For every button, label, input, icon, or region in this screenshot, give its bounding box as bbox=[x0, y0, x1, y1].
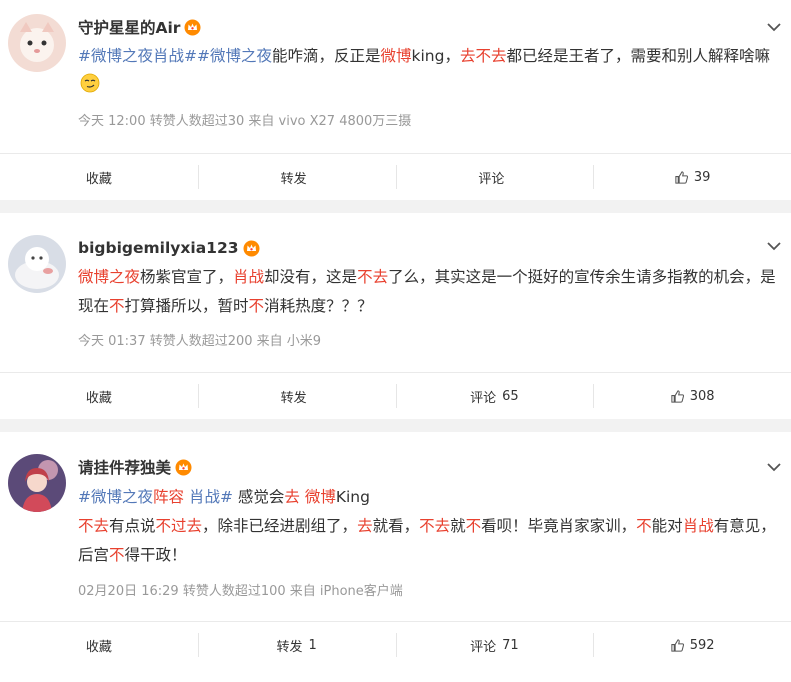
comment-button[interactable]: 评论 65 bbox=[395, 373, 594, 419]
hashtag-link[interactable]: 肖战# bbox=[184, 488, 233, 506]
crown-badge-icon bbox=[175, 459, 192, 475]
like-button[interactable]: 39 bbox=[593, 154, 791, 200]
like-button[interactable]: 592 bbox=[593, 622, 791, 668]
highlight-keyword: 微博 bbox=[380, 47, 412, 65]
comment-label: 评论 bbox=[470, 390, 497, 406]
highlight-keyword: 不 bbox=[465, 517, 482, 535]
hashtag-link[interactable]: #微博之夜 bbox=[197, 47, 272, 65]
collect-button[interactable]: 收藏 bbox=[0, 373, 198, 419]
highlight-keyword: 阵容 bbox=[153, 488, 185, 506]
repost-label: 转发 bbox=[280, 390, 307, 406]
highlight-keyword: 不 bbox=[109, 546, 125, 564]
username[interactable]: 请挂件荐独美 bbox=[78, 456, 171, 478]
highlight-keyword: 微博 bbox=[299, 488, 336, 506]
like-count: 592 bbox=[689, 637, 715, 653]
collect-label: 收藏 bbox=[85, 639, 112, 655]
highlight-keyword: 不过去 bbox=[155, 517, 203, 535]
text-segment: 看呗！毕竟肖家家训， bbox=[481, 517, 637, 535]
like-button[interactable]: 308 bbox=[593, 373, 791, 419]
avatar[interactable] bbox=[8, 235, 66, 293]
post-text: #微博之夜阵容 肖战# 感觉会去 微博King 不去有点说不过去，除非已经进剧组… bbox=[78, 483, 783, 570]
text-segment: King bbox=[335, 488, 370, 506]
post-meta: 02月20日 16:29 转赞人数超过100 来自 iPhone客户端 bbox=[78, 584, 403, 599]
collect-button[interactable]: 收藏 bbox=[0, 154, 198, 200]
collect-button[interactable]: 收藏 bbox=[0, 622, 198, 668]
avatar[interactable] bbox=[8, 14, 66, 72]
highlight-keyword: 去不去 bbox=[459, 47, 507, 65]
comment-button[interactable]: 评论 bbox=[395, 154, 594, 200]
post-meta: 今天 12:00 转赞人数超过30 来自 vivo X27 4800万三摄 bbox=[78, 114, 412, 129]
username[interactable]: 守护星星的Air bbox=[78, 16, 180, 38]
collect-label: 收藏 bbox=[85, 390, 112, 406]
thumbs-up-icon bbox=[671, 638, 684, 652]
text-segment: 能对 bbox=[651, 517, 683, 535]
chevron-down-icon[interactable] bbox=[765, 237, 783, 255]
like-count: 308 bbox=[689, 388, 715, 404]
text-segment: 消耗热度？？？ bbox=[264, 297, 373, 315]
comment-count: 65 bbox=[502, 388, 519, 404]
repost-button[interactable]: 转发 1 bbox=[197, 622, 396, 668]
post-text: #微博之夜肖战##微博之夜能咋滴，反正是微博king，去不去都已经是王者了，需要… bbox=[78, 42, 783, 100]
highlight-keyword: 肖战 bbox=[233, 268, 265, 286]
highlight-keyword: 不去 bbox=[357, 268, 389, 286]
text-segment: 得干政！ bbox=[124, 546, 187, 564]
post-card-2: bigbigemilyxia123 微博之夜杨紫官宣了，肖战却没有，这是不去了么… bbox=[0, 213, 791, 419]
post-text-line1: #微博之夜阵容 肖战# 感觉会去 微博King bbox=[78, 483, 783, 512]
text-segment: king， bbox=[411, 47, 460, 65]
highlight-keyword: 肖战 bbox=[682, 517, 714, 535]
repost-button[interactable]: 转发 bbox=[197, 373, 396, 419]
text-segment: 打算播所以，暂时 bbox=[124, 297, 249, 315]
chevron-down-icon[interactable] bbox=[765, 458, 783, 476]
crown-badge-icon bbox=[184, 19, 201, 35]
crown-badge-icon bbox=[243, 240, 260, 256]
comment-count: 71 bbox=[502, 637, 519, 653]
action-bar: 收藏 转发 评论 65 308 bbox=[0, 372, 791, 419]
comment-label: 评论 bbox=[478, 171, 505, 187]
post-card-1: 守护星星的Air #微博之夜肖战##微博之夜能咋滴，反正是微博king，去不去都… bbox=[0, 0, 791, 200]
text-segment: ，除非已经进剧组了， bbox=[202, 517, 358, 535]
hashtag-link[interactable]: #微博之夜 bbox=[78, 488, 153, 506]
repost-label: 转发 bbox=[276, 639, 303, 655]
collect-label: 收藏 bbox=[85, 171, 112, 187]
thumbs-up-icon bbox=[675, 170, 688, 184]
comment-button[interactable]: 评论 71 bbox=[395, 622, 594, 668]
text-segment: 杨紫官宣了， bbox=[140, 268, 234, 286]
post-text: 微博之夜杨紫官宣了，肖战却没有，这是不去了么，其实这是一个挺好的宣传余生请多指教… bbox=[78, 263, 783, 321]
highlight-keyword: 不去 bbox=[78, 517, 110, 535]
comment-label: 评论 bbox=[470, 639, 497, 655]
post-meta: 今天 01:37 转赞人数超过200 来自 小米9 bbox=[78, 334, 322, 349]
thumbs-up-icon bbox=[671, 389, 684, 403]
repost-count: 1 bbox=[308, 637, 317, 653]
highlight-keyword: 不 bbox=[248, 297, 265, 315]
highlight-keyword: 微博之夜 bbox=[78, 268, 141, 286]
action-bar: 收藏 转发 评论 39 bbox=[0, 153, 791, 200]
post-card-3: 请挂件荐独美 #微博之夜阵容 肖战# 感觉会去 微博King 不去有点说不过去，… bbox=[0, 432, 791, 682]
text-segment: 感觉会 bbox=[232, 488, 285, 506]
text-segment: 却没有，这是 bbox=[264, 268, 358, 286]
action-bar: 收藏 转发 1 评论 71 592 bbox=[0, 621, 791, 668]
hashtag-link[interactable]: #微博之夜肖战# bbox=[78, 47, 197, 65]
repost-button[interactable]: 转发 bbox=[197, 154, 396, 200]
chevron-down-icon[interactable] bbox=[765, 18, 783, 36]
highlight-keyword: 不 bbox=[109, 297, 125, 315]
avatar[interactable] bbox=[8, 454, 66, 512]
text-segment: 都已经是王者了，需要和别人解释啥嘛 bbox=[506, 47, 770, 65]
text-segment: 能咋滴，反正是 bbox=[271, 47, 381, 65]
post-text-body: 不去有点说不过去，除非已经进剧组了，去就看，不去就不看呗！毕竟肖家家训，不能对肖… bbox=[78, 512, 783, 570]
repost-label: 转发 bbox=[280, 171, 307, 187]
text-segment: 就 bbox=[450, 517, 466, 535]
smirk-emoji-icon bbox=[80, 73, 100, 93]
highlight-keyword: 去 bbox=[284, 488, 300, 506]
highlight-keyword: 不 bbox=[636, 517, 652, 535]
text-segment: 就看， bbox=[372, 517, 420, 535]
like-count: 39 bbox=[693, 169, 711, 185]
highlight-keyword: 不去 bbox=[419, 517, 451, 535]
username[interactable]: bigbigemilyxia123 bbox=[78, 239, 239, 257]
text-segment: 有点说 bbox=[109, 517, 156, 535]
highlight-keyword: 去 bbox=[357, 517, 373, 535]
